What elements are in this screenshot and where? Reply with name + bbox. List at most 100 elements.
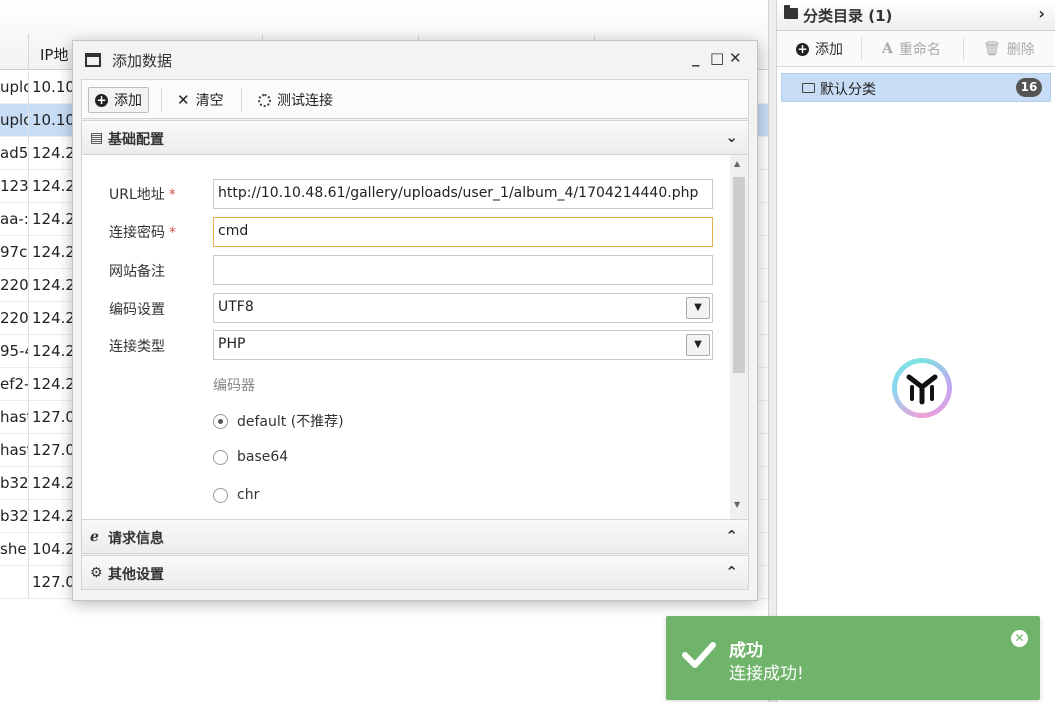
note-field-label: 网站备注 [109, 264, 165, 280]
encoder-option-default[interactable]: default (不推荐) [213, 411, 344, 431]
url-cell: 220- [0, 309, 28, 327]
encoder-group-label: 编码器 [213, 378, 255, 394]
url-cell: hast [0, 441, 28, 459]
folder-outline-icon [802, 83, 815, 93]
ip-cell: 124.2 [32, 210, 75, 228]
category-panel-header: 分类目录 (1) › [777, 0, 1055, 31]
encoder-option-chr[interactable]: chr [213, 487, 259, 503]
ip-column-header[interactable]: IP地 [40, 44, 68, 65]
toast-title: 成功 [729, 641, 763, 661]
form-scrollbar[interactable]: ▲ ▼ [730, 155, 748, 519]
section-other-label: 其他设置 [108, 567, 164, 583]
section-basic-label: 基础配置 [108, 132, 164, 148]
category-panel: 分类目录 (1) › + 添加 A 重命名 🗑 删除 默认分类 16 [777, 0, 1055, 702]
scroll-up-icon[interactable]: ▲ [734, 159, 740, 168]
ip-cell: 124.2 [32, 507, 75, 525]
logo-glyph-icon [906, 374, 938, 405]
category-toolbar: + 添加 A 重命名 🗑 删除 [777, 31, 1055, 67]
plus-circle-icon: + [95, 92, 108, 107]
trash-icon: 🗑 [983, 41, 1001, 57]
add-data-dialog: 添加数据 _ □ ✕ + 添加 ✕ 清空 测试连接 ▤ 基础配置 ⌄ URL地址… [72, 40, 758, 601]
encoding-select-value: UTF8 [218, 299, 254, 315]
category-item-label: 默认分类 [820, 82, 876, 98]
toast-message: 连接成功! [729, 664, 804, 684]
url-field-label: URL地址 * [109, 187, 176, 203]
url-cell: uploa [0, 78, 28, 96]
edge-e-icon: ℯ [90, 529, 99, 545]
chevron-down-icon[interactable]: ▼ [686, 297, 710, 319]
dialog-toolbar: + 添加 ✕ 清空 测试连接 [81, 79, 749, 119]
section-request-info[interactable]: ℯ 请求信息 ⌃ [81, 519, 749, 554]
password-field-label: 连接密码 * [109, 225, 176, 241]
encoder-option-base64[interactable]: base64 [213, 449, 288, 465]
encoder-option-label: default (不推荐) [237, 414, 344, 430]
url-field[interactable]: http://10.10.48.61/gallery/uploads/user_… [213, 179, 713, 209]
chevron-up-icon: ⌃ [725, 527, 738, 545]
test-connection-button[interactable]: 测试连接 [252, 87, 339, 113]
url-cell: b32- [0, 474, 28, 492]
delete-category-button[interactable]: 🗑 删除 [983, 39, 1035, 59]
add-category-label: 添加 [815, 42, 843, 58]
toast-close-icon[interactable]: ✕ [1011, 630, 1028, 647]
ip-cell: 10.10 [32, 78, 75, 96]
connection-type-value: PHP [218, 336, 246, 352]
section-other-settings[interactable]: ⚙ 其他设置 ⌃ [81, 555, 749, 590]
radio-button[interactable] [213, 413, 228, 429]
url-cell: 123- [0, 177, 28, 195]
connection-type-select[interactable]: PHP ▼ [213, 330, 713, 360]
encoder-option-label: chr [237, 487, 260, 503]
ip-cell: 127.0 [32, 441, 75, 459]
ip-cell: 124.2 [32, 309, 75, 327]
ip-cell: 127.0 [32, 573, 75, 591]
url-cell: ad5- [0, 144, 28, 162]
scrollbar-thumb[interactable] [733, 177, 745, 373]
scroll-down-icon[interactable]: ▼ [734, 500, 740, 509]
url-cell: aa-: [0, 210, 28, 228]
encoding-field-label: 编码设置 [109, 302, 165, 318]
url-cell: uploa [0, 111, 28, 129]
url-cell: b32- [0, 507, 28, 525]
file-text-icon: ▤ [90, 130, 104, 146]
url-cell: 220- [0, 276, 28, 294]
chevron-down-icon[interactable]: ▼ [686, 334, 710, 356]
url-cell: hast [0, 408, 28, 426]
rename-category-button[interactable]: A 重命名 [882, 39, 941, 59]
success-toast: 成功 连接成功! ✕ [666, 616, 1040, 700]
add-button[interactable]: + 添加 [88, 87, 149, 113]
maximize-button[interactable]: □ [710, 49, 724, 67]
app-logo [892, 358, 952, 418]
section-basic-config[interactable]: ▤ 基础配置 ⌄ [81, 120, 749, 155]
collapse-panel-icon[interactable]: › [1038, 4, 1045, 23]
encoding-select[interactable]: UTF8 ▼ [213, 293, 713, 323]
category-count-badge: 16 [1016, 78, 1042, 97]
chevron-down-icon: ⌄ [725, 128, 738, 146]
window-icon [85, 53, 101, 67]
ip-cell: 10.10 [32, 111, 75, 129]
ip-cell: 104.2 [32, 540, 75, 558]
checkmark-icon [682, 642, 716, 668]
category-panel-title: 分类目录 (1) [803, 7, 893, 25]
ip-cell: 124.2 [32, 375, 75, 393]
ip-cell: 124.2 [32, 144, 75, 162]
plus-circle-icon: + [796, 41, 809, 56]
chevron-up-icon: ⌃ [725, 563, 738, 581]
password-field[interactable]: cmd [213, 217, 713, 247]
panel-splitter[interactable] [768, 0, 777, 702]
ip-cell: 124.2 [32, 342, 75, 360]
minimize-button[interactable]: _ [692, 49, 700, 67]
radio-button[interactable] [213, 487, 228, 503]
clear-button[interactable]: ✕ 清空 [171, 87, 230, 113]
dialog-titlebar[interactable]: 添加数据 _ □ ✕ [73, 41, 757, 75]
ip-cell: 124.2 [32, 276, 75, 294]
note-field[interactable] [213, 255, 713, 285]
delete-category-label: 删除 [1006, 42, 1035, 58]
close-button[interactable]: ✕ [729, 49, 742, 67]
font-icon: A [882, 41, 893, 57]
folder-icon [784, 5, 798, 19]
add-category-button[interactable]: + 添加 [796, 39, 843, 59]
category-item-default[interactable]: 默认分类 16 [781, 73, 1051, 102]
add-button-label: 添加 [114, 93, 142, 109]
url-cell: 97c-: [0, 243, 28, 261]
radio-button[interactable] [213, 449, 228, 465]
times-icon: ✕ [177, 91, 190, 109]
